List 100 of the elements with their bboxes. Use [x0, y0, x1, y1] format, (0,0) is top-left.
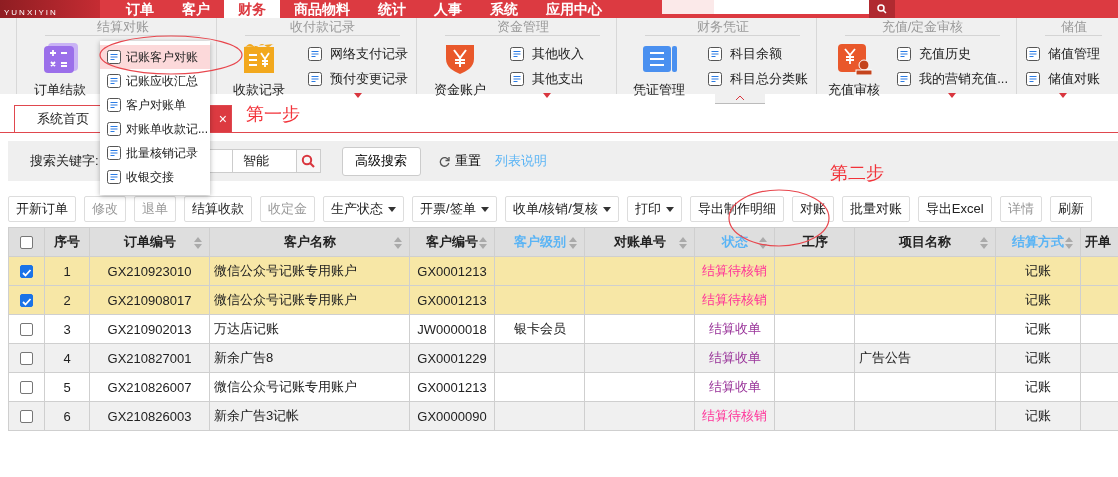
- annotation-text: 第一步: [246, 103, 300, 126]
- search-label: 搜索关键字:: [30, 152, 99, 170]
- table-cell: GX210826007: [107, 379, 192, 395]
- ribbon-item[interactable]: 储值对账: [1025, 70, 1100, 88]
- search-button[interactable]: [296, 149, 321, 173]
- table-cell: GX0001213: [417, 263, 487, 279]
- toolbar-button[interactable]: 导出Excel: [917, 196, 992, 222]
- table-cell: GX210902013: [107, 321, 192, 337]
- nav-tab[interactable]: 财务: [224, 0, 280, 18]
- ribbon-button[interactable]: 凭证管理: [625, 41, 693, 99]
- table-cell: 4: [63, 350, 71, 366]
- column-header[interactable]: 客户名称: [283, 234, 336, 249]
- menu-item[interactable]: 记账应收汇总: [100, 69, 210, 93]
- ribbon-button[interactable]: 充值审核: [825, 41, 883, 99]
- toolbar-button[interactable]: 刷新: [1049, 196, 1092, 222]
- table-cell: 记账: [1025, 350, 1051, 365]
- toolbar-button[interactable]: 开新订单: [8, 196, 76, 222]
- ribbon-item[interactable]: 科目总分类账: [707, 70, 808, 88]
- search-button[interactable]: [869, 0, 895, 18]
- search-icon: [301, 154, 316, 168]
- ribbon-item[interactable]: 充值历史: [896, 45, 1008, 63]
- table-cell: 微信公众号记账专用账户: [214, 263, 357, 278]
- document-icon: [106, 73, 122, 89]
- ribbon-item[interactable]: 网络支付记录: [307, 45, 408, 63]
- toolbar-button[interactable]: 生产状态: [323, 196, 404, 222]
- ribbon-button[interactable]: 收款记录: [225, 41, 293, 99]
- collapse-handle[interactable]: [715, 93, 765, 104]
- table-cell: 6: [63, 408, 71, 424]
- nav-tab[interactable]: 统计: [364, 0, 420, 18]
- ribbon-item[interactable]: 储值管理: [1025, 45, 1100, 63]
- checkbox[interactable]: [20, 235, 33, 249]
- search-field[interactable]: [662, 0, 869, 14]
- table-cell: 记账: [1025, 292, 1051, 307]
- stamp-icon: [835, 41, 872, 75]
- ribbon-item[interactable]: 预付变更记录: [307, 70, 408, 88]
- group-title: 储值: [1045, 18, 1102, 36]
- reset-button[interactable]: 重置: [438, 152, 481, 170]
- table-cell: 银卡会员: [513, 321, 566, 336]
- mode-select[interactable]: 智能: [232, 149, 297, 173]
- document-icon: [707, 46, 723, 62]
- table-cell: 记账: [1025, 263, 1051, 278]
- ribbon-button[interactable]: 资金账户: [425, 41, 495, 99]
- ribbon-item[interactable]: 我的营销充值...: [896, 70, 1008, 88]
- annotation-text: 第二步: [830, 162, 884, 185]
- table-cell: GX210826003: [107, 408, 192, 424]
- table-cell: 2: [63, 292, 71, 308]
- toolbar-button[interactable]: 对账: [791, 196, 834, 222]
- logo-text: YUNXIYIN: [0, 0, 100, 18]
- advanced-search-button[interactable]: 高级搜索: [341, 146, 421, 176]
- table-cell: 结算收单: [708, 379, 761, 394]
- table-cell: 万达店记账: [214, 321, 279, 336]
- ribbon-item[interactable]: 其他支出: [509, 70, 584, 88]
- nav-tab[interactable]: 订单: [112, 0, 168, 18]
- table-cell: 微信公众号记账专用账户: [214, 379, 357, 394]
- document-icon: [896, 71, 913, 87]
- menu-item[interactable]: 记账客户对账: [100, 45, 210, 69]
- nav-tab[interactable]: 人事: [420, 0, 476, 18]
- ribbon-item[interactable]: 科目余额: [707, 45, 808, 63]
- group-title: 资金管理: [445, 18, 600, 36]
- document-icon: [106, 145, 122, 161]
- checkbox[interactable]: [20, 351, 33, 365]
- table-cell: GX0000090: [417, 408, 487, 424]
- menu-item[interactable]: 批量核销记录: [100, 141, 210, 165]
- checkbox[interactable]: [20, 322, 33, 336]
- checkbox[interactable]: [20, 409, 33, 423]
- caret-icon: [665, 206, 674, 212]
- nav-tab[interactable]: 客户: [168, 0, 224, 18]
- toolbar-button[interactable]: 开票/签单: [412, 196, 497, 222]
- checkbox[interactable]: [20, 380, 33, 394]
- document-icon: [896, 46, 913, 62]
- ribbon-button[interactable]: 订单结款: [25, 41, 95, 99]
- table-cell: 结算待核销: [702, 292, 767, 307]
- table-cell: JW0000018: [417, 321, 487, 337]
- document-icon: [106, 169, 122, 185]
- toolbar-button[interactable]: 收单/核销/复核: [504, 196, 619, 222]
- toolbar-button[interactable]: 结算收款: [184, 196, 252, 222]
- close-button[interactable]: ×: [218, 112, 227, 126]
- checkbox[interactable]: [20, 293, 33, 307]
- table-cell: 广告公告: [859, 350, 911, 365]
- table-cell: GX210923010: [107, 263, 192, 279]
- table-cell: 1: [63, 263, 71, 279]
- nav-tab[interactable]: 商品物料: [280, 0, 364, 18]
- table-cell: 记账: [1025, 408, 1051, 423]
- table-cell: 新余广告3记帐: [214, 408, 300, 423]
- toolbar-button[interactable]: 批量对账: [841, 196, 910, 222]
- nav-tab[interactable]: 应用中心: [532, 0, 616, 18]
- table-cell: 5: [63, 379, 71, 395]
- search-icon: [877, 4, 887, 14]
- table-cell: 微信公众号记账专用账户: [214, 292, 357, 307]
- caret-icon: [388, 206, 396, 212]
- document-icon: [106, 49, 122, 65]
- toolbar-button[interactable]: 打印: [626, 196, 682, 222]
- document-icon: [307, 46, 323, 62]
- column-header[interactable]: 项目名称: [899, 234, 951, 249]
- table-cell: GX0001213: [417, 292, 487, 308]
- table-cell: 结算待核销: [702, 408, 767, 423]
- checkbox[interactable]: [20, 264, 33, 278]
- ribbon-item[interactable]: 其他收入: [509, 45, 584, 63]
- nav-tab[interactable]: 系统: [476, 0, 532, 18]
- menu-item[interactable]: 收银交接: [100, 165, 210, 189]
